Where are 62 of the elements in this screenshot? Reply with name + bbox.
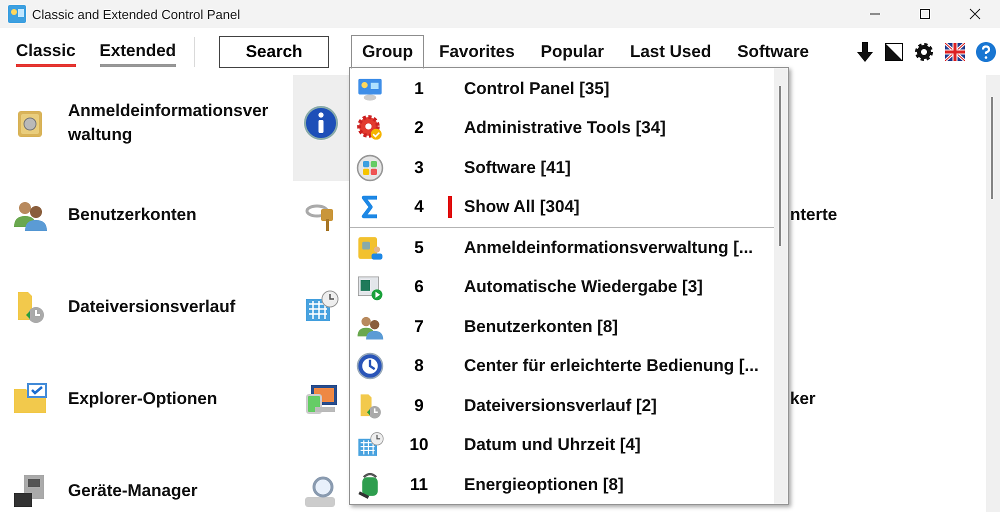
nav-tab[interactable]: Popular <box>530 34 615 68</box>
nav-tab[interactable]: Favorites <box>428 34 526 68</box>
flag-icon[interactable] <box>945 42 965 60</box>
item-label: Center für erleichterte Bedienung [... <box>464 356 759 376</box>
item-label: Control Panel [35] <box>464 78 610 99</box>
contrast-icon[interactable] <box>885 42 903 60</box>
item-number: 6 <box>413 277 425 298</box>
menu-item[interactable]: 1 Control Panel [35] <box>350 69 774 108</box>
gear-check-icon <box>356 114 384 142</box>
item-label: Automatische Wiedergabe [3] <box>464 277 703 298</box>
view-tab[interactable]: Extended <box>100 36 176 66</box>
item-label: Show All [304] <box>464 197 580 218</box>
item-number: 1 <box>413 78 425 99</box>
item-number: 2 <box>413 118 425 138</box>
menu-item[interactable]: 7 Benutzerkonten [8] <box>350 307 774 346</box>
item-label: Administrative Tools [34] <box>464 118 666 138</box>
window-title: Classic and Extended Control Panel <box>32 6 242 22</box>
applet-label[interactable]: nterte <box>790 205 838 225</box>
menu-item[interactable]: 5 Anmeldeinformationsverwaltung [... <box>350 228 774 268</box>
menu-item[interactable]: 4 Show All [304] <box>350 188 774 228</box>
settings-icon[interactable] <box>914 42 934 62</box>
maximize-icon[interactable] <box>919 8 931 20</box>
item-number: 9 <box>413 396 425 416</box>
help-icon[interactable] <box>976 42 996 62</box>
nav-tab[interactable]: Group <box>351 34 424 68</box>
item-number: 11 <box>409 474 429 495</box>
item-number: 8 <box>413 356 425 376</box>
applet-label[interactable]: Dateiversionsverlauf <box>68 297 236 317</box>
applet-label[interactable]: ker <box>790 389 816 409</box>
item-number: 7 <box>413 316 425 337</box>
menu-item[interactable]: 11 Energieoptionen [8] <box>350 465 774 504</box>
item-label: Energieoptionen [8] <box>464 474 624 495</box>
nav-tab[interactable]: Software <box>726 34 820 68</box>
item-number: 3 <box>413 158 425 178</box>
search-button[interactable]: Search <box>219 36 330 68</box>
download-icon[interactable] <box>856 42 874 62</box>
menu-item[interactable]: 3 Software [41] <box>350 148 774 188</box>
menu-item[interactable]: 10 Datum und Uhrzeit [4] <box>350 426 774 465</box>
menu-item[interactable]: 2 Administrative Tools [34] <box>350 108 774 148</box>
menu-item[interactable]: 9 Dateiversionsverlauf [2] <box>350 386 774 426</box>
item-number: 4 <box>413 197 425 218</box>
item-label: Dateiversionsverlauf [2] <box>464 396 657 416</box>
item-number: 5 <box>413 238 425 258</box>
item-number: 10 <box>408 435 430 456</box>
app-icon <box>8 5 26 23</box>
menu-item[interactable]: 8 Center für erleichterte Bedienung [... <box>350 346 774 386</box>
item-label: Benutzerkonten [8] <box>464 316 618 337</box>
applet-label[interactable]: Anmeldeinformationsverwaltung <box>68 99 280 147</box>
item-label: Anmeldeinformationsverwaltung [... <box>464 238 754 258</box>
accessibility-icon <box>356 352 384 380</box>
applet-label[interactable]: Explorer-Optionen <box>68 389 218 409</box>
nav-tab[interactable]: Last Used <box>618 34 722 68</box>
menu-item[interactable]: 6 Automatische Wiedergabe [3] <box>350 268 774 307</box>
close-icon[interactable] <box>969 8 981 20</box>
item-label: Datum und Uhrzeit [4] <box>464 435 641 456</box>
scrollbar[interactable] <box>986 75 1000 512</box>
view-tab[interactable]: Classic <box>16 36 76 66</box>
applet-label[interactable]: Geräte-Manager <box>68 481 198 501</box>
item-label: Software [41] <box>464 158 571 178</box>
apps-icon <box>356 154 384 182</box>
applet-label[interactable]: Benutzerkonten <box>68 205 196 225</box>
menu-scrollbar[interactable] <box>774 68 788 504</box>
